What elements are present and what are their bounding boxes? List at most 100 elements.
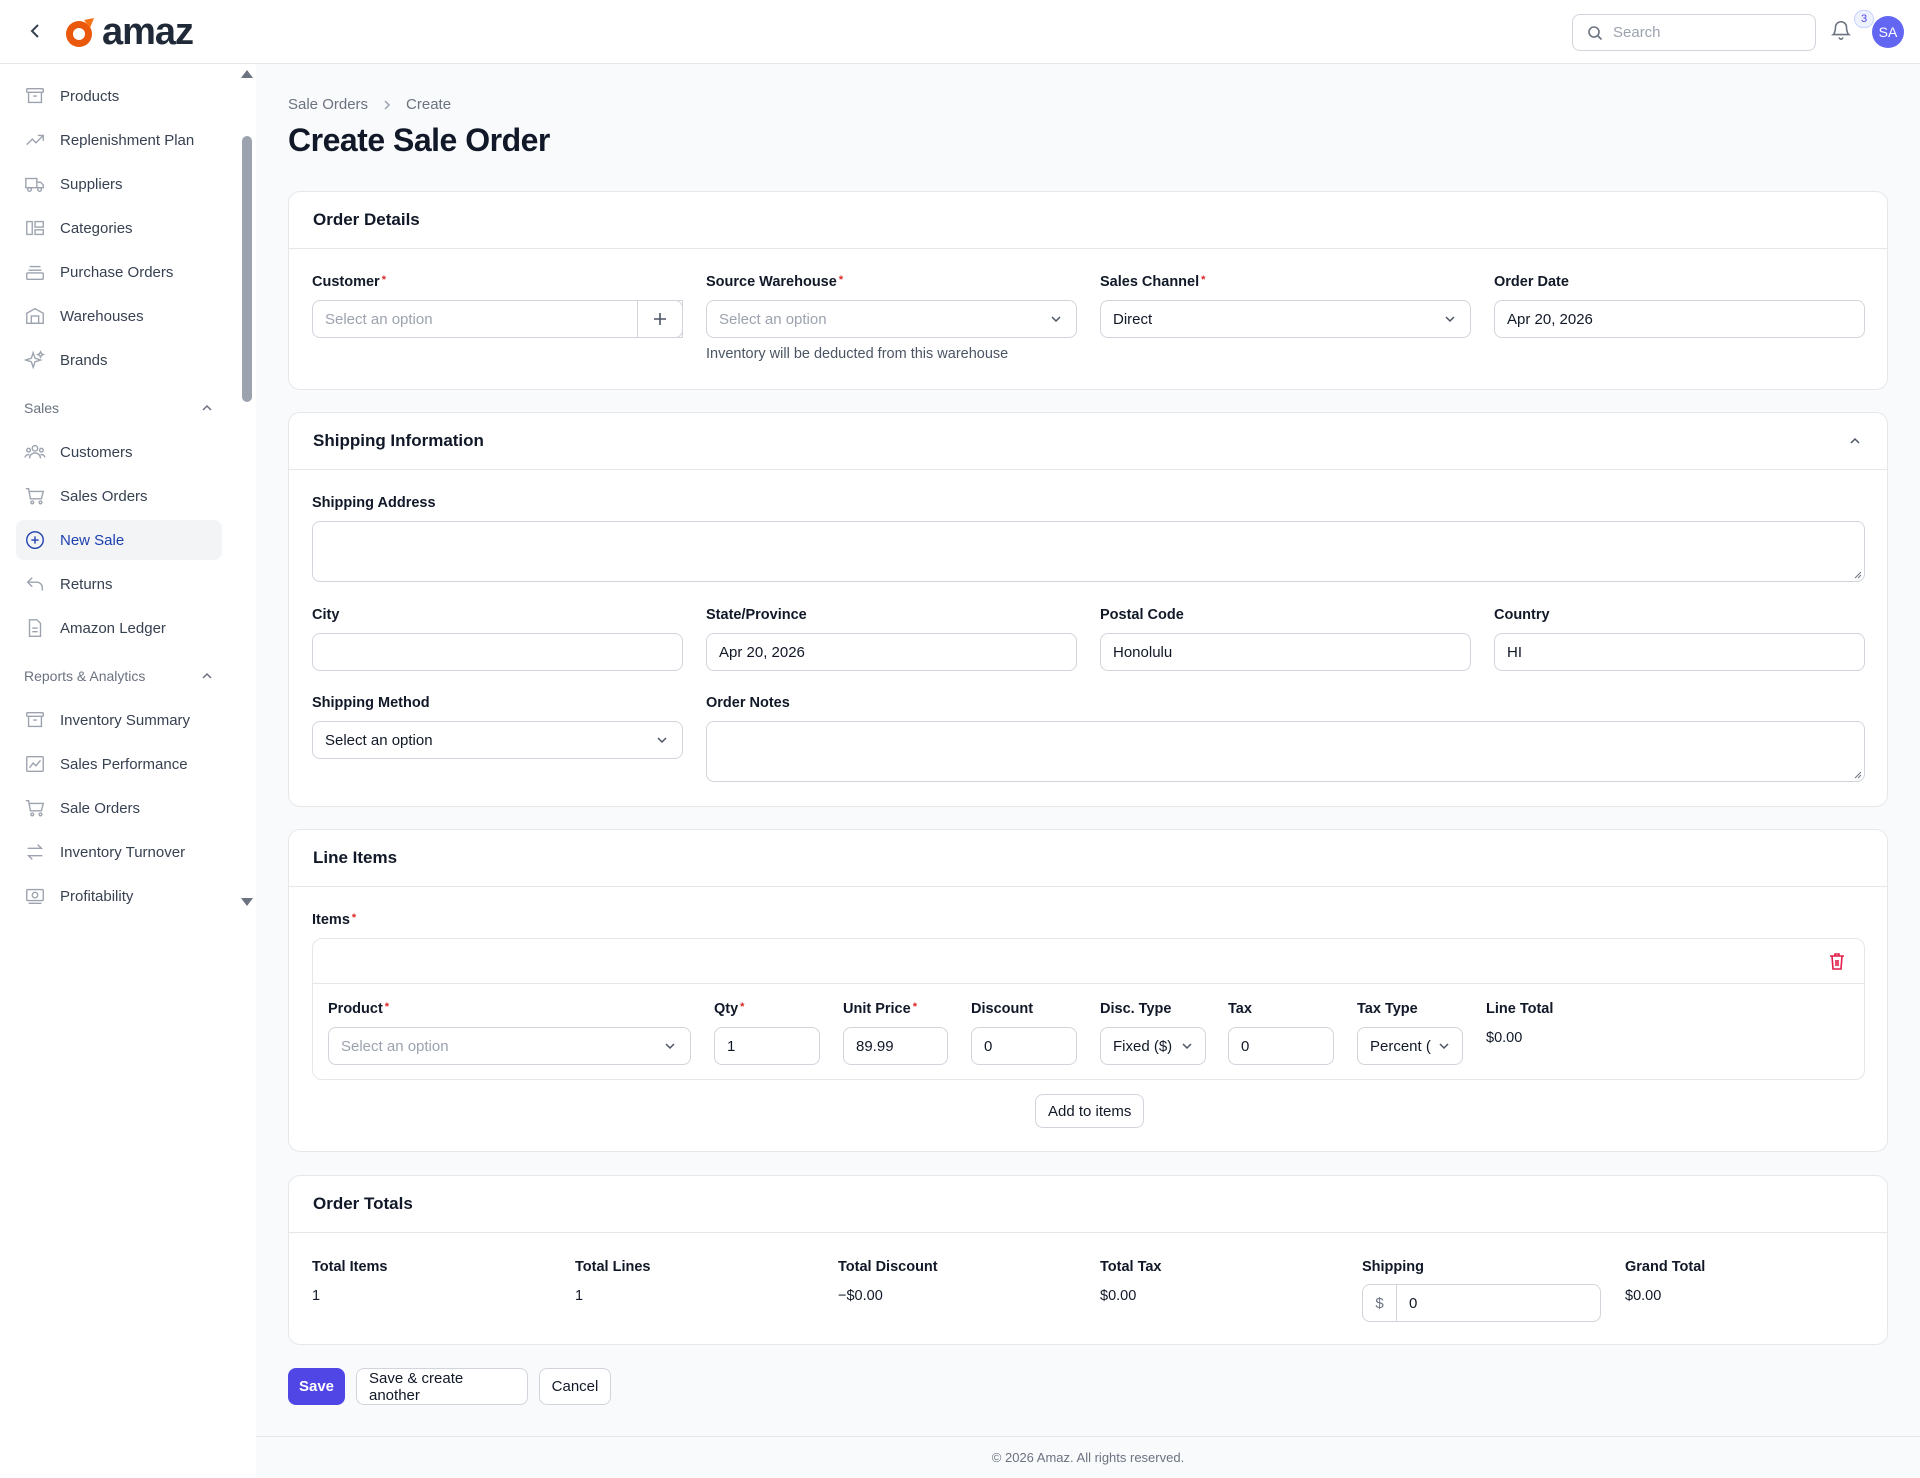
arrows-icon [26,844,44,860]
country-input[interactable]: HI [1494,633,1865,671]
section-title: Line Items [289,830,1887,887]
sidebar-group-sales[interactable]: Sales [24,393,214,423]
shipping-address-label: Shipping Address [312,495,436,511]
product-select[interactable]: Select an option [328,1027,691,1065]
total-tax-label: Total Tax [1100,1259,1162,1275]
country-label: Country [1494,607,1550,623]
page-title: Create Sale Order [288,122,550,158]
sidebar-item-new-sale[interactable]: New Sale [16,520,222,560]
sidebar-item-profitability[interactable]: Profitability [16,876,222,916]
search-icon [1588,25,1603,40]
back-arrow-icon[interactable] [22,18,48,44]
sparkles-icon [24,350,45,370]
order-notes-textarea[interactable] [706,721,1865,782]
building-icon [26,307,44,325]
add-to-items-button[interactable]: Add to items [1035,1094,1145,1128]
chevron-up-icon[interactable] [1847,433,1863,449]
disc-type-select[interactable]: Fixed ($) [1100,1027,1206,1065]
sidebar-item-amazon-ledger[interactable]: Amazon Ledger [16,608,222,648]
order-notes-label: Order Notes [706,695,790,711]
section-title: Order Details [289,192,1887,249]
shipping-cost-input[interactable]: $ 0 [1362,1284,1601,1322]
scroll-up-arrow-icon[interactable] [241,70,253,78]
top-bar: amaz Search 3 SA [0,0,1920,64]
trash-icon[interactable] [1828,951,1846,971]
chevron-down-icon [1182,1043,1192,1050]
warehouse-select[interactable]: Select an option [706,300,1077,338]
archive-icon [26,711,44,728]
total-lines-value: 1 [575,1288,584,1304]
breadcrumb-parent[interactable]: Sale Orders [288,96,368,113]
archive-icon [26,87,44,104]
save-button[interactable]: Save [288,1368,345,1405]
app-logo[interactable]: amaz [62,11,194,53]
add-customer-button[interactable] [637,300,683,338]
sidebar-item-brands[interactable]: Brands [16,340,222,380]
sales-channel-select[interactable]: Direct [1100,300,1471,338]
sidebar-item-sales-performance[interactable]: Sales Performance [16,744,222,784]
plus-circle-icon [26,531,44,549]
cart-icon [25,799,45,817]
cancel-button[interactable]: Cancel [539,1368,611,1405]
chevron-down-icon [657,737,667,744]
footer-divider [256,1436,1920,1437]
total-discount-value: −$0.00 [838,1288,883,1304]
chevron-down-icon [1051,316,1061,323]
tax-type-select[interactable]: Percent ( [1357,1027,1463,1065]
resize-grip-icon[interactable] [1852,569,1862,579]
city-input[interactable] [312,633,683,671]
discount-label: Discount [971,1001,1034,1017]
state-input[interactable]: Apr 20, 2026 [706,633,1077,671]
shipping-address-textarea[interactable] [312,521,1865,582]
shipping-cost-label: Shipping [1362,1259,1425,1275]
resize-grip-icon[interactable] [1852,769,1862,779]
scroll-down-arrow-icon[interactable] [241,898,253,906]
sidebar-item-categories[interactable]: Categories [16,208,222,248]
chevron-right-icon [384,99,391,110]
unit-price-input[interactable]: 89.99 [843,1027,948,1065]
sidebar-item-sale-orders[interactable]: Sale Orders [16,788,222,828]
product-label: Product * [328,1001,390,1017]
sidebar-group-reports[interactable]: Reports & Analytics [24,661,214,691]
user-avatar[interactable]: SA [1872,16,1904,48]
sidebar-item-suppliers[interactable]: Suppliers [16,164,222,204]
order-date-input[interactable]: Apr 20, 2026 [1494,300,1865,338]
tax-input[interactable]: 0 [1228,1027,1334,1065]
sidebar-item-inventory-summary[interactable]: Inventory Summary [16,700,222,740]
sidebar-item-purchase-orders[interactable]: Purchase Orders [16,252,222,292]
warehouse-label: Source Warehouse * [706,274,844,290]
grand-total-value: $0.00 [1625,1288,1662,1304]
qty-input[interactable]: 1 [714,1027,820,1065]
total-lines-label: Total Lines [575,1259,651,1275]
section-title: Shipping Information [289,413,1887,470]
bell-icon[interactable] [1830,19,1856,45]
plus-icon [654,313,666,325]
discount-input[interactable]: 0 [971,1027,1077,1065]
state-label: State/Province [706,607,807,623]
sidebar-item-replenishment-plan[interactable]: Replenishment Plan [16,120,222,160]
return-icon [26,577,44,591]
order-details-section: Order Details [288,191,1888,390]
brand-name: amaz [102,11,194,53]
shipping-method-select[interactable]: Select an option [312,721,683,759]
total-items-label: Total Items [312,1259,388,1275]
tax-label: Tax [1228,1001,1252,1017]
save-create-another-button[interactable]: Save & create another [356,1368,528,1405]
customer-select[interactable]: Select an option [312,300,683,338]
total-items-value: 1 [312,1288,321,1304]
sidebar-item-customers[interactable]: Customers [16,432,222,472]
search-input[interactable]: Search [1572,14,1816,51]
qty-label: Qty * [714,1001,745,1017]
chevron-up-icon [202,404,212,411]
sidebar-item-warehouses[interactable]: Warehouses [16,296,222,336]
scroll-thumb[interactable] [242,136,252,402]
sidebar-item-inventory-turnover[interactable]: Inventory Turnover [16,832,222,872]
line-total-value: $0.00 [1486,1030,1523,1046]
sidebar-item-products[interactable]: Products [16,76,222,116]
notification-badge: 3 [1854,10,1874,28]
sidebar-item-returns[interactable]: Returns [16,564,222,604]
chevron-down-icon [665,1043,675,1050]
sidebar-item-sales-orders[interactable]: Sales Orders [16,476,222,516]
footer-copyright: © 2026 Amaz. All rights reserved. [991,1450,1185,1465]
postal-code-input[interactable]: Honolulu [1100,633,1471,671]
